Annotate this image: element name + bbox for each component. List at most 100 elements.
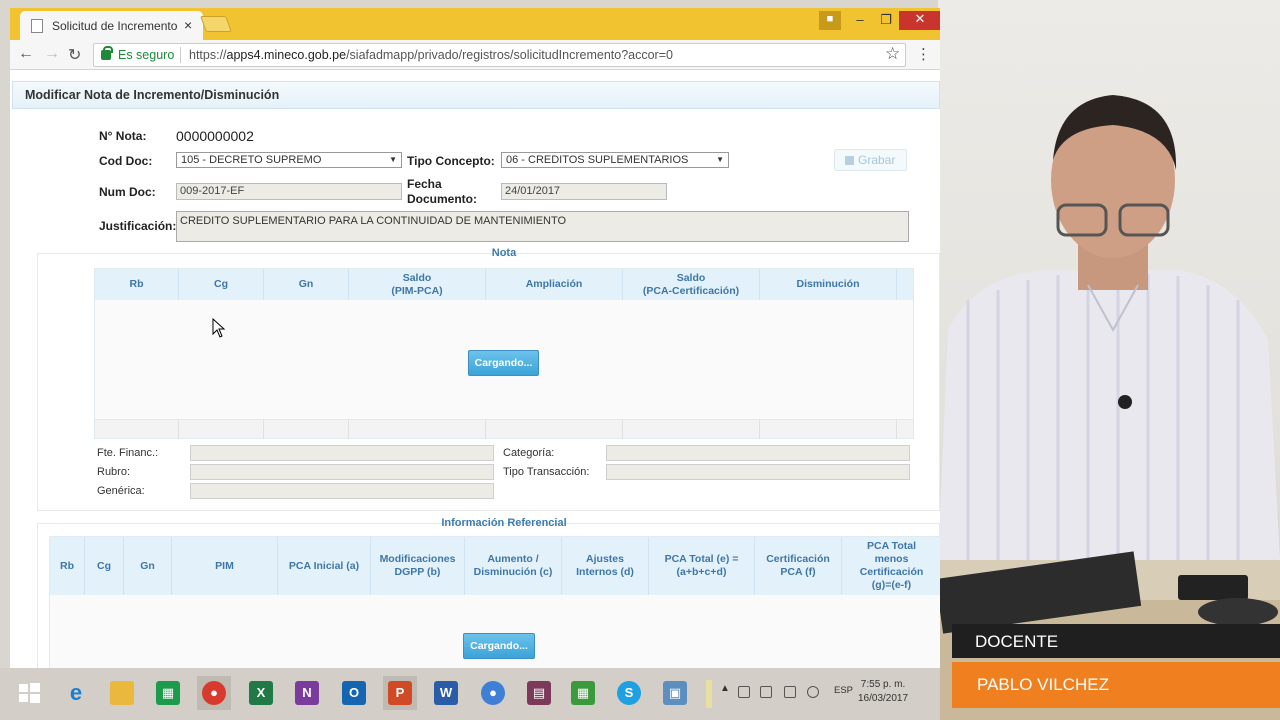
restore-icon[interactable]: ❐ bbox=[874, 12, 898, 30]
justificacion-textarea[interactable]: CREDITO SUPLEMENTARIO PARA LA CONTINUIDA… bbox=[176, 211, 909, 242]
info-referencial-title: Información Referencial bbox=[441, 517, 567, 529]
footer-cell bbox=[264, 420, 349, 439]
fecha-documento-field[interactable]: 24/01/2017 bbox=[501, 183, 667, 200]
word-icon: W bbox=[434, 681, 458, 705]
tray-flag-icon[interactable] bbox=[738, 686, 750, 698]
browser-window: Solicitud de Incremento × ■ – ❐ ✕ ← → ↻ … bbox=[10, 8, 940, 668]
info-col-aumento[interactable]: Aumento / Disminución (c) bbox=[465, 537, 562, 595]
footer-cell bbox=[179, 420, 264, 439]
footer-cell bbox=[95, 420, 179, 439]
mouse-cursor-icon bbox=[212, 318, 226, 338]
presenter-figure bbox=[938, 95, 1280, 720]
taskbar-excel[interactable]: X bbox=[244, 676, 278, 710]
taskbar-file-explorer[interactable] bbox=[105, 676, 139, 710]
justificacion-label: Justificación: bbox=[99, 219, 177, 233]
tab-solicitud[interactable]: Solicitud de Incremento × bbox=[20, 11, 203, 40]
chrome-icon: ● bbox=[202, 681, 226, 705]
tray-language[interactable]: ESP bbox=[834, 685, 853, 696]
nota-col-ampliacion[interactable]: Ampliación bbox=[486, 269, 623, 300]
fte-financ-field[interactable] bbox=[190, 445, 494, 461]
nota-col-disminucion[interactable]: Disminución bbox=[760, 269, 897, 300]
taskbar-apps-grid[interactable]: ▦ bbox=[566, 676, 600, 710]
info-col-ajustes[interactable]: Ajustes Internos (d) bbox=[562, 537, 649, 595]
taskbar-internet-explorer[interactable]: e bbox=[59, 676, 93, 710]
bookmark-star-icon[interactable]: ☆ bbox=[885, 44, 900, 64]
windows-taskbar: e ▦ ● X N O P W ● ▤ ▦ S ▣ ▲ ESP 7:55 p. … bbox=[0, 668, 940, 720]
tray-volume-icon[interactable] bbox=[807, 686, 819, 698]
taskbar-word[interactable]: W bbox=[429, 676, 463, 710]
footer-cell bbox=[349, 420, 486, 439]
profile-icon[interactable]: ■ bbox=[819, 11, 841, 30]
footer-cell bbox=[760, 420, 897, 439]
info-col-gn[interactable]: Gn bbox=[124, 537, 172, 595]
taskbar-skype[interactable]: S bbox=[612, 676, 646, 710]
taskbar-remote-desktop[interactable]: ▣ bbox=[658, 676, 692, 710]
taskbar-divider bbox=[706, 680, 712, 708]
fte-financ-label: Fte. Financ.: bbox=[97, 447, 159, 459]
info-col-modificaciones[interactable]: Modificaciones DGPP (b) bbox=[371, 537, 465, 595]
tab-title: Solicitud de Incremento bbox=[52, 19, 178, 33]
tab-strip: Solicitud de Incremento × ■ – ❐ ✕ bbox=[10, 8, 940, 40]
tray-time: 7:55 p. m. bbox=[860, 679, 906, 690]
folder-icon bbox=[110, 681, 134, 705]
minimize-icon[interactable]: – bbox=[848, 12, 872, 30]
outlook-icon: O bbox=[342, 681, 366, 705]
categoria-field[interactable] bbox=[606, 445, 910, 461]
nota-col-gn[interactable]: Gn bbox=[264, 269, 349, 300]
tray-date: 16/03/2017 bbox=[858, 693, 909, 704]
new-tab-button[interactable] bbox=[200, 16, 232, 32]
tray-signal-icon[interactable] bbox=[784, 686, 796, 698]
lock-icon bbox=[101, 46, 113, 60]
nota-col-rb[interactable]: Rb bbox=[95, 269, 179, 300]
num-doc-label: Num Doc: bbox=[99, 185, 156, 199]
internet-explorer-icon: e bbox=[69, 680, 83, 705]
onenote-icon: N bbox=[295, 681, 319, 705]
nota-col-saldo-pim-pca[interactable]: Saldo (PIM-PCA) bbox=[349, 269, 486, 300]
browser-menu-icon[interactable]: ⋮ bbox=[916, 45, 931, 63]
tray-overflow-icon[interactable]: ▲ bbox=[720, 683, 730, 694]
info-col-pim[interactable]: PIM bbox=[172, 537, 278, 595]
generica-field[interactable] bbox=[190, 483, 494, 499]
address-bar[interactable]: Es seguro https://apps4.mineco.gob.pe/si… bbox=[93, 43, 906, 67]
info-col-pca-total[interactable]: PCA Total (e) = (a+b+c+d) bbox=[649, 537, 755, 595]
info-col-pca-total-menos[interactable]: PCA Total menos Certificación (g)=(e-f) bbox=[842, 537, 940, 595]
info-col-certificacion[interactable]: Certificación PCA (f) bbox=[755, 537, 842, 595]
footer-cell bbox=[486, 420, 623, 439]
page-title: Modificar Nota de Incremento/Disminución bbox=[12, 81, 940, 109]
tipo-transaccion-field[interactable] bbox=[606, 464, 910, 480]
info-col-pca-inicial[interactable]: PCA Inicial (a) bbox=[278, 537, 371, 595]
tipo-transaccion-label: Tipo Transacción: bbox=[503, 466, 590, 478]
info-col-cg[interactable]: Cg bbox=[85, 537, 124, 595]
cod-doc-value: 105 - DECRETO SUPREMO bbox=[181, 154, 322, 166]
apps-grid-icon: ▦ bbox=[571, 681, 595, 705]
lower-third-name: PABLO VILCHEZ bbox=[952, 662, 1280, 708]
info-col-rb[interactable]: Rb bbox=[50, 537, 85, 595]
grabar-button[interactable]: Grabar bbox=[834, 149, 907, 171]
taskbar-chrome-alt[interactable]: ● bbox=[476, 676, 510, 710]
rubro-field[interactable] bbox=[190, 464, 494, 480]
chevron-down-icon: ▼ bbox=[716, 155, 724, 164]
reload-icon[interactable]: ↻ bbox=[68, 45, 81, 65]
tipo-concepto-select[interactable]: 06 - CREDITOS SUPLEMENTARIOS ▼ bbox=[501, 152, 729, 168]
taskbar-powerpoint[interactable]: P bbox=[383, 676, 417, 710]
taskbar-sheets[interactable]: ▦ bbox=[151, 676, 185, 710]
tray-network-icon[interactable] bbox=[760, 686, 772, 698]
taskbar-onenote[interactable]: N bbox=[290, 676, 324, 710]
back-arrow-icon[interactable]: ← bbox=[18, 45, 34, 63]
nota-col-saldo-pca-cert[interactable]: Saldo (PCA-Certificación) bbox=[623, 269, 760, 300]
tipo-concepto-label: Tipo Concepto: bbox=[407, 154, 495, 168]
tipo-concepto-value: 06 - CREDITOS SUPLEMENTARIOS bbox=[506, 154, 689, 166]
num-doc-field[interactable]: 009-2017-EF bbox=[176, 183, 402, 200]
cod-doc-select[interactable]: 105 - DECRETO SUPREMO ▼ bbox=[176, 152, 402, 168]
forward-arrow-icon[interactable]: → bbox=[44, 45, 60, 63]
taskbar-chrome[interactable]: ● bbox=[197, 676, 231, 710]
window-close-icon[interactable]: ✕ bbox=[899, 11, 940, 30]
tray-clock[interactable]: 7:55 p. m. 16/03/2017 bbox=[858, 678, 908, 706]
nota-col-cg[interactable]: Cg bbox=[179, 269, 264, 300]
taskbar-outlook[interactable]: O bbox=[337, 676, 371, 710]
windows-start-button[interactable] bbox=[12, 676, 46, 710]
tab-close-icon[interactable]: × bbox=[184, 17, 192, 33]
info-loading-indicator: Cargando... bbox=[463, 633, 535, 659]
cod-doc-label: Cod Doc: bbox=[99, 154, 153, 168]
taskbar-winrar[interactable]: ▤ bbox=[522, 676, 556, 710]
